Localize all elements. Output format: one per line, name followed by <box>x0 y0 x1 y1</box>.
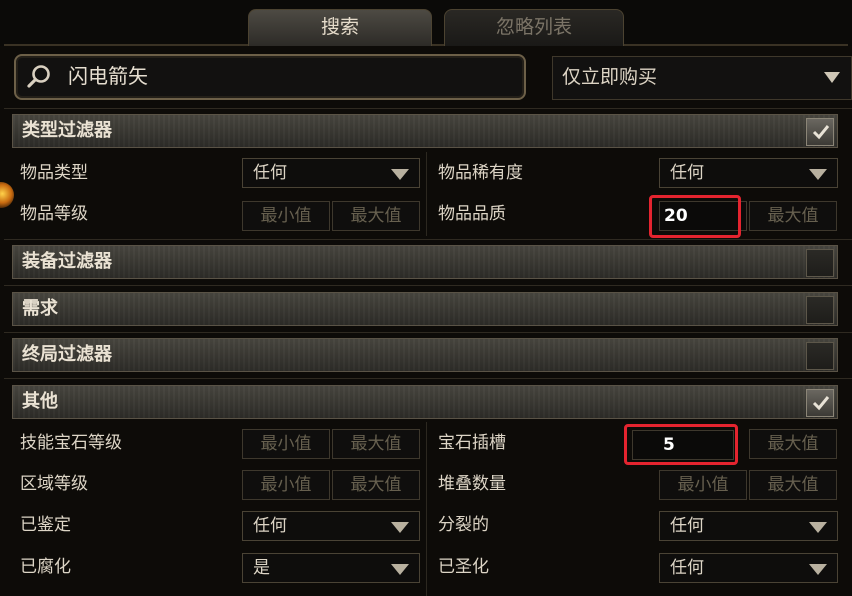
item-type-label: 物品类型 <box>20 163 88 183</box>
item-level-max-input[interactable]: 最大值 <box>332 201 420 231</box>
fractured-select[interactable]: 任何 <box>659 511 838 541</box>
chevron-down-icon <box>809 169 827 180</box>
tab-search[interactable]: 搜索 <box>248 9 432 46</box>
section-misc[interactable] <box>12 385 838 419</box>
chevron-down-icon <box>809 522 827 533</box>
highlight-box <box>649 195 741 238</box>
section-equipment-filter-label: 装备过滤器 <box>22 251 112 272</box>
gem-level-label: 技能宝石等级 <box>20 433 122 453</box>
area-level-label: 区域等级 <box>20 474 88 494</box>
identified-label: 已鉴定 <box>20 515 71 535</box>
section-equipment-filter[interactable] <box>12 245 838 279</box>
divider <box>4 332 852 333</box>
sanctified-select[interactable]: 任何 <box>659 553 838 583</box>
divider <box>4 108 852 109</box>
column-divider <box>426 422 427 596</box>
item-rarity-label: 物品稀有度 <box>438 163 523 183</box>
section-type-filter-label: 类型过滤器 <box>22 120 112 141</box>
search-input[interactable]: 闪电箭矢 <box>68 61 148 91</box>
gem-level-min-input[interactable]: 最小值 <box>242 429 330 459</box>
stack-size-label: 堆叠数量 <box>438 474 506 494</box>
item-type-select[interactable]: 任何 <box>242 158 420 188</box>
area-level-max-input[interactable]: 最大值 <box>332 470 420 500</box>
item-level-label: 物品等级 <box>20 204 88 224</box>
area-level-min-input[interactable]: 最小值 <box>242 470 330 500</box>
search-icon <box>27 65 50 88</box>
stack-size-max-input[interactable]: 最大值 <box>749 470 837 500</box>
gem-sockets-label: 宝石插槽 <box>438 433 506 453</box>
item-quality-label: 物品品质 <box>438 204 506 224</box>
corrupted-label: 已腐化 <box>20 557 71 577</box>
chevron-down-icon <box>824 72 840 83</box>
gem-level-max-input[interactable]: 最大值 <box>332 429 420 459</box>
endgame-filter-checkbox[interactable] <box>806 342 834 370</box>
fractured-label: 分裂的 <box>438 515 489 535</box>
corrupted-select[interactable]: 是 <box>242 553 420 583</box>
sanctified-label: 已圣化 <box>438 557 489 577</box>
item-quality-max-input[interactable]: 最大值 <box>749 201 837 231</box>
item-level-min-input[interactable]: 最小值 <box>242 201 330 231</box>
buy-option-value: 仅立即购买 <box>562 66 658 88</box>
section-endgame-filter[interactable] <box>12 338 838 372</box>
section-endgame-filter-label: 终局过滤器 <box>22 344 112 365</box>
section-requirements-label: 需求 <box>22 298 58 319</box>
section-misc-label: 其他 <box>22 391 58 412</box>
chevron-down-icon <box>391 169 409 180</box>
divider <box>4 239 852 240</box>
gem-sockets-max-input[interactable]: 最大值 <box>749 429 837 459</box>
check-icon <box>812 396 830 411</box>
section-type-filter[interactable] <box>12 114 838 148</box>
tab-ignore-list[interactable]: 忽略列表 <box>444 9 624 46</box>
equipment-filter-checkbox[interactable] <box>806 249 834 277</box>
divider <box>4 285 852 286</box>
divider <box>4 378 852 379</box>
section-requirements[interactable] <box>12 292 838 326</box>
column-divider <box>426 152 427 236</box>
requirements-checkbox[interactable] <box>806 296 834 324</box>
chevron-down-icon <box>391 564 409 575</box>
orb-icon <box>0 182 14 208</box>
item-rarity-select[interactable]: 任何 <box>659 158 838 188</box>
highlight-box <box>624 424 738 465</box>
stack-size-min-input[interactable]: 最小值 <box>659 470 747 500</box>
identified-select[interactable]: 任何 <box>242 511 420 541</box>
check-icon <box>812 125 830 140</box>
chevron-down-icon <box>809 564 827 575</box>
misc-checkbox[interactable] <box>806 389 834 417</box>
chevron-down-icon <box>391 522 409 533</box>
type-filter-checkbox[interactable] <box>806 118 834 146</box>
